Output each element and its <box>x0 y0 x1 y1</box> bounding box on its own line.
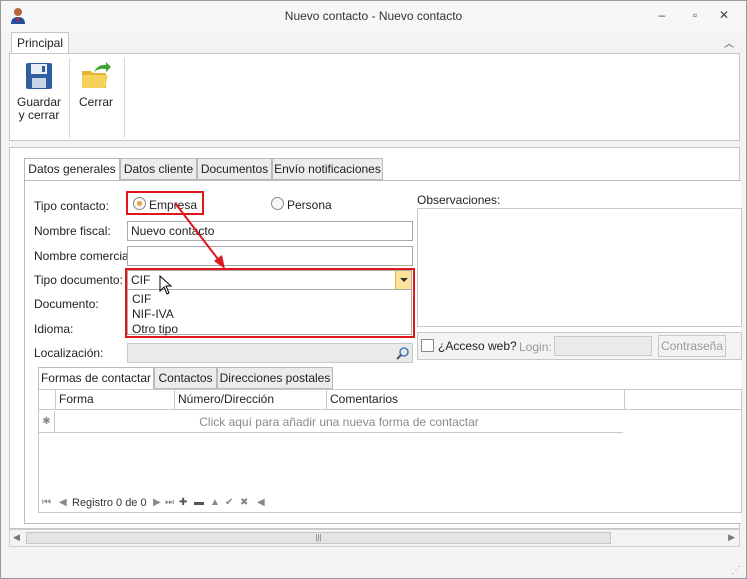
grid-header: Forma Número/Dirección Comentarios <box>39 390 741 410</box>
grid-indicator-header <box>39 390 55 410</box>
observaciones-label: Observaciones: <box>417 193 501 207</box>
annotation-arrow-icon <box>174 202 225 269</box>
record-counter: Registro 0 de 0 <box>72 497 147 509</box>
tab-documentos[interactable]: Documentos <box>197 158 272 180</box>
search-icon[interactable] <box>396 346 410 360</box>
nombre-fiscal-label: Nombre fiscal: <box>34 224 111 238</box>
column-header-empty <box>624 390 743 410</box>
folder-exit-icon <box>82 62 111 88</box>
add-record-icon[interactable]: ✚ <box>179 497 187 508</box>
tab-envio-notificaciones[interactable]: Envío notificaciones <box>272 158 383 180</box>
localizacion-label: Localización: <box>34 346 104 360</box>
restore-button[interactable]: ▫ <box>685 7 705 23</box>
title-bar: Nuevo contacto - Nuevo contacto – ▫ ✕ <box>1 1 746 31</box>
localizacion-input[interactable] <box>127 343 413 363</box>
acceso-web-checkbox[interactable] <box>421 339 434 352</box>
column-header-numero-direccion[interactable]: Número/Dirección <box>174 390 326 410</box>
scrollbar-thumb[interactable]: ||| <box>26 532 611 544</box>
window-title: Nuevo contacto - Nuevo contacto <box>284 9 463 23</box>
horizontal-scrollbar[interactable]: ◀ ||| ▶ <box>9 529 740 547</box>
column-header-forma[interactable]: Forma <box>55 390 174 410</box>
chevron-up-icon[interactable]: ︿ <box>722 35 736 50</box>
empresa-radio[interactable] <box>133 197 146 210</box>
persona-label: Persona <box>287 198 332 212</box>
nombre-comercial-input[interactable] <box>127 246 413 266</box>
tab-datos-cliente[interactable]: Datos cliente <box>120 158 197 180</box>
save-record-icon[interactable]: ✔ <box>225 497 233 508</box>
last-record-icon[interactable]: ⏭ <box>165 497 174 508</box>
edit-record-icon[interactable]: ▲ <box>210 497 220 508</box>
tab-formas-de-contactar[interactable]: Formas de contactar <box>38 367 154 390</box>
observaciones-textarea[interactable] <box>417 208 742 327</box>
contrasena-button[interactable]: Contraseña <box>658 335 726 357</box>
ribbon-separator <box>69 58 70 138</box>
persona-radio[interactable] <box>271 197 284 210</box>
cancel-record-icon[interactable]: ✖ <box>240 497 248 508</box>
delete-record-icon[interactable]: ▬ <box>194 497 204 508</box>
floppy-disk-icon <box>26 63 52 89</box>
login-label: Login: <box>519 340 552 354</box>
datos-generales-panel: Tipo contacto: Empresa Persona Nombre fi… <box>24 180 742 524</box>
close-label: Cerrar <box>78 95 113 109</box>
scroll-left-icon[interactable]: ◀ <box>257 497 265 508</box>
resize-grip-icon[interactable]: ⋰ <box>731 565 741 576</box>
status-bar: ⋰ <box>2 553 745 578</box>
asterisk-icon: ✱ <box>39 411 55 433</box>
save-label-line2: y cerrar <box>18 108 60 122</box>
ribbon-separator <box>124 58 125 138</box>
ribbon-panel: Guardar y cerrar Cerrar <box>9 53 740 141</box>
ribbon-tab-principal[interactable]: Principal <box>11 32 69 54</box>
close-button[interactable]: ✕ <box>714 7 734 23</box>
grid-navigator: ⏮ ◀ Registro 0 de 0 ▶ ⏭ ✚ ▬ ▲ ✔ ✖ ◀ <box>39 494 741 512</box>
new-row[interactable]: ✱ Click aquí para añadir una nueva forma… <box>39 411 623 433</box>
tipo-documento-label: Tipo documento: <box>34 273 123 287</box>
tipo-contacto-label: Tipo contacto: <box>34 199 109 213</box>
first-record-icon[interactable]: ⏮ <box>42 497 51 508</box>
save-and-close-button[interactable]: Guardar y cerrar <box>15 59 63 122</box>
minimize-button[interactable]: – <box>652 7 672 23</box>
column-header-comentarios[interactable]: Comentarios <box>326 390 624 410</box>
tab-contactos[interactable]: Contactos <box>154 367 217 389</box>
nombre-comercial-label: Nombre comercial: <box>34 249 135 263</box>
documento-label: Documento: <box>34 297 99 311</box>
acceso-web-panel: ¿Acceso web? Login: Contraseña <box>417 332 742 360</box>
new-row-hint: Click aquí para añadir una nueva forma d… <box>199 415 479 429</box>
idioma-label: Idioma: <box>34 322 74 336</box>
tab-datos-generales[interactable]: Datos generales <box>24 158 120 181</box>
next-record-icon[interactable]: ▶ <box>153 497 161 508</box>
tab-direcciones-postales[interactable]: Direcciones postales <box>217 367 333 389</box>
acceso-web-label: ¿Acceso web? <box>438 339 517 353</box>
formas-contactar-grid: Forma Número/Dirección Comentarios ✱ Cli… <box>38 389 742 513</box>
previous-record-icon[interactable]: ◀ <box>59 497 67 508</box>
window: Nuevo contacto - Nuevo contacto – ▫ ✕ Pr… <box>0 0 747 579</box>
close-form-button[interactable]: Cerrar <box>76 59 116 109</box>
scroll-right-arrow-icon[interactable]: ▶ <box>728 532 735 543</box>
mouse-cursor-icon <box>159 275 173 295</box>
scroll-left-arrow-icon[interactable]: ◀ <box>13 532 20 543</box>
login-input[interactable] <box>554 336 652 356</box>
content-panel: Datos generales Datos cliente Documentos… <box>9 147 742 529</box>
nombre-fiscal-input[interactable]: Nuevo contacto <box>127 221 413 241</box>
